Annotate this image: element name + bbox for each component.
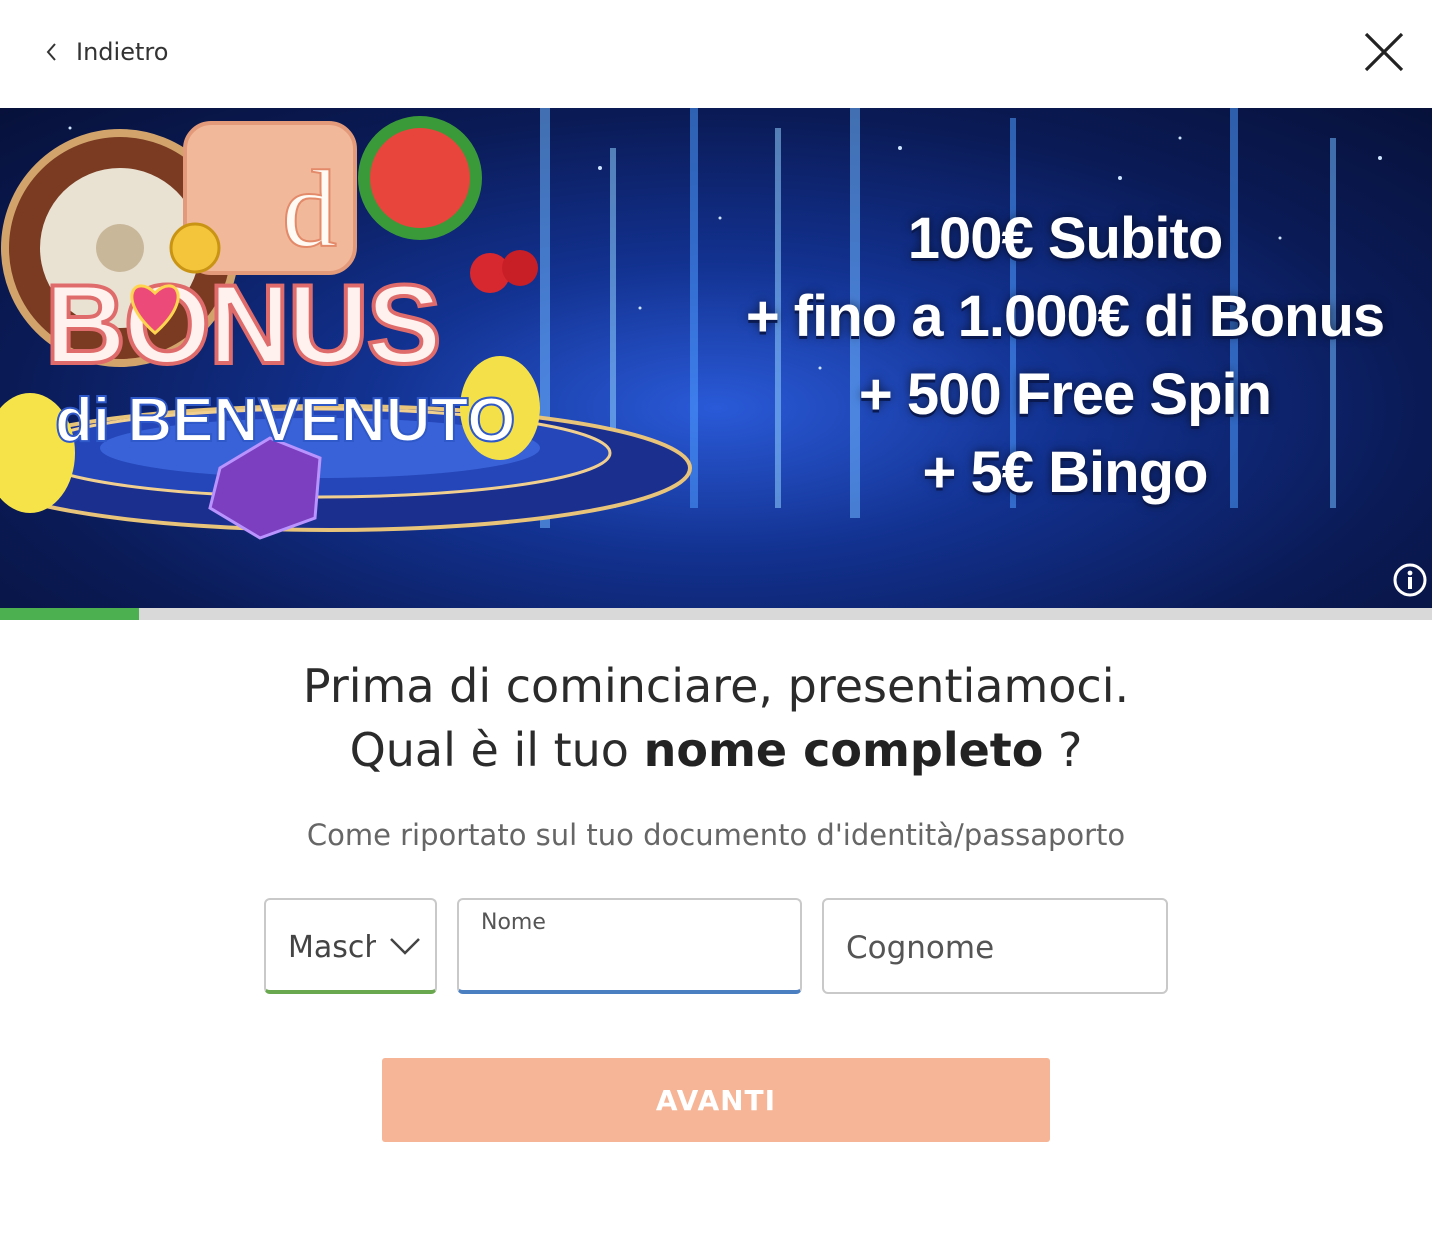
- progress-fill: [0, 608, 139, 620]
- promo-line-3: + 500 Free Spin: [858, 362, 1272, 427]
- last-name-input[interactable]: [846, 928, 1146, 968]
- first-name-input[interactable]: [479, 942, 779, 982]
- title-bold: nome completo: [643, 723, 1044, 777]
- logo-d-letter: d: [282, 148, 337, 270]
- promo-line-4: + 5€ Bingo: [922, 440, 1209, 505]
- close-button[interactable]: [1360, 28, 1408, 76]
- promo-text: 100€ Subito + fino a 1.000€ di Bonus + 5…: [700, 200, 1430, 512]
- title-line-2: Qual è il tuo nome completo ?: [0, 718, 1432, 782]
- signup-progress-bar: [0, 608, 1432, 620]
- page-subtitle: Come riportato sul tuo documento d'ident…: [306, 818, 1126, 852]
- promo-banner: BONUS di BENVENUTO d 100€ Subito + fino …: [0, 108, 1432, 608]
- first-name-field[interactable]: Nome: [457, 898, 802, 994]
- close-icon: [1364, 32, 1404, 72]
- last-name-field[interactable]: [822, 898, 1168, 994]
- promo-line-2: + fino a 1.000€ di Bonus: [745, 284, 1385, 349]
- back-label: Indietro: [76, 38, 169, 66]
- gender-select[interactable]: Maschio: [264, 898, 437, 994]
- logo-benvenuto-text: di BENVENUTO: [55, 386, 515, 455]
- promo-line-1: 100€ Subito: [907, 206, 1224, 271]
- title-prefix: Qual è il tuo: [349, 723, 629, 777]
- next-button[interactable]: AVANTI: [382, 1058, 1050, 1142]
- logo-bonus-text: BONUS: [45, 262, 439, 387]
- first-name-label: Nome: [481, 910, 546, 935]
- chevron-left-icon: [46, 43, 56, 61]
- title-line-1: Prima di cominciare, presentiamoci.: [302, 659, 1130, 713]
- back-button[interactable]: Indietro: [40, 34, 168, 70]
- top-bar: Indietro: [0, 0, 1432, 108]
- chevron-down-icon: [390, 938, 420, 955]
- info-icon[interactable]: [1392, 562, 1428, 598]
- title-suffix: ?: [1058, 723, 1083, 777]
- page-title: Prima di cominciare, presentiamoci. Qual…: [0, 654, 1432, 782]
- gender-value: Maschio: [288, 930, 376, 965]
